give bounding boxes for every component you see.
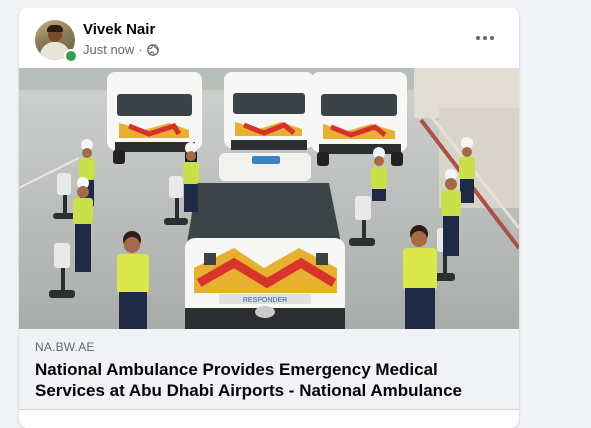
meta-separator: ·	[138, 42, 143, 57]
post-meta: Just now ·	[83, 42, 159, 57]
link-preview-image[interactable]: RESPONDER	[19, 68, 519, 329]
author-avatar[interactable]	[35, 20, 78, 63]
more-options-button[interactable]	[467, 20, 503, 56]
post-card: Vivek Nair Just now · RESPONDER NA.BW.AE…	[19, 8, 519, 428]
more-options-icon	[476, 36, 480, 40]
online-status-indicator	[64, 49, 78, 63]
link-title[interactable]: National Ambulance Provides Emergency Me…	[35, 359, 505, 401]
post-timestamp[interactable]: Just now	[83, 42, 134, 57]
globe-icon[interactable]	[146, 43, 159, 56]
vehicle-label: RESPONDER	[243, 297, 287, 304]
link-domain: NA.BW.AE	[35, 340, 95, 354]
post-header: Vivek Nair Just now ·	[19, 8, 519, 68]
link-preview[interactable]: NA.BW.AE National Ambulance Provides Eme…	[19, 329, 519, 410]
author-name[interactable]: Vivek Nair	[83, 21, 155, 38]
